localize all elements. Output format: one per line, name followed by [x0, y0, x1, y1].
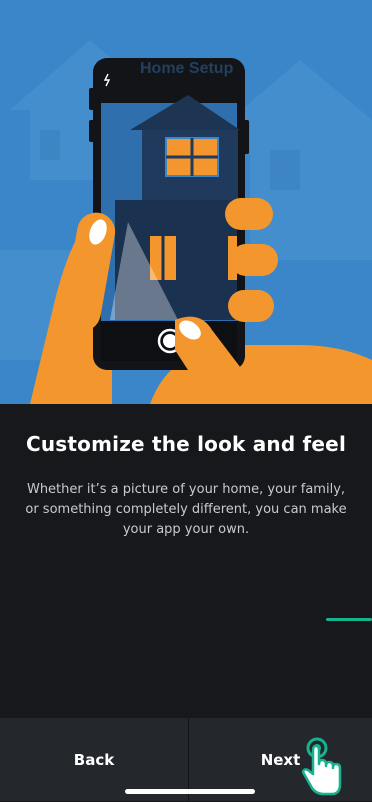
- page-title: Customize the look and feel: [25, 432, 346, 456]
- home-indicator: [125, 789, 255, 794]
- description-text: Whether it’s a picture of your home, you…: [25, 482, 347, 537]
- tap-pointer-icon: [300, 736, 344, 802]
- progress-indicator: [326, 618, 372, 621]
- phone-overlay-title: Home Setup: [140, 60, 234, 77]
- footer-bar: Back Next: [0, 718, 372, 801]
- onboarding-content: Customize the look and feel Whether it’s…: [0, 404, 372, 718]
- hero-illustration: Home Setup: [0, 0, 372, 404]
